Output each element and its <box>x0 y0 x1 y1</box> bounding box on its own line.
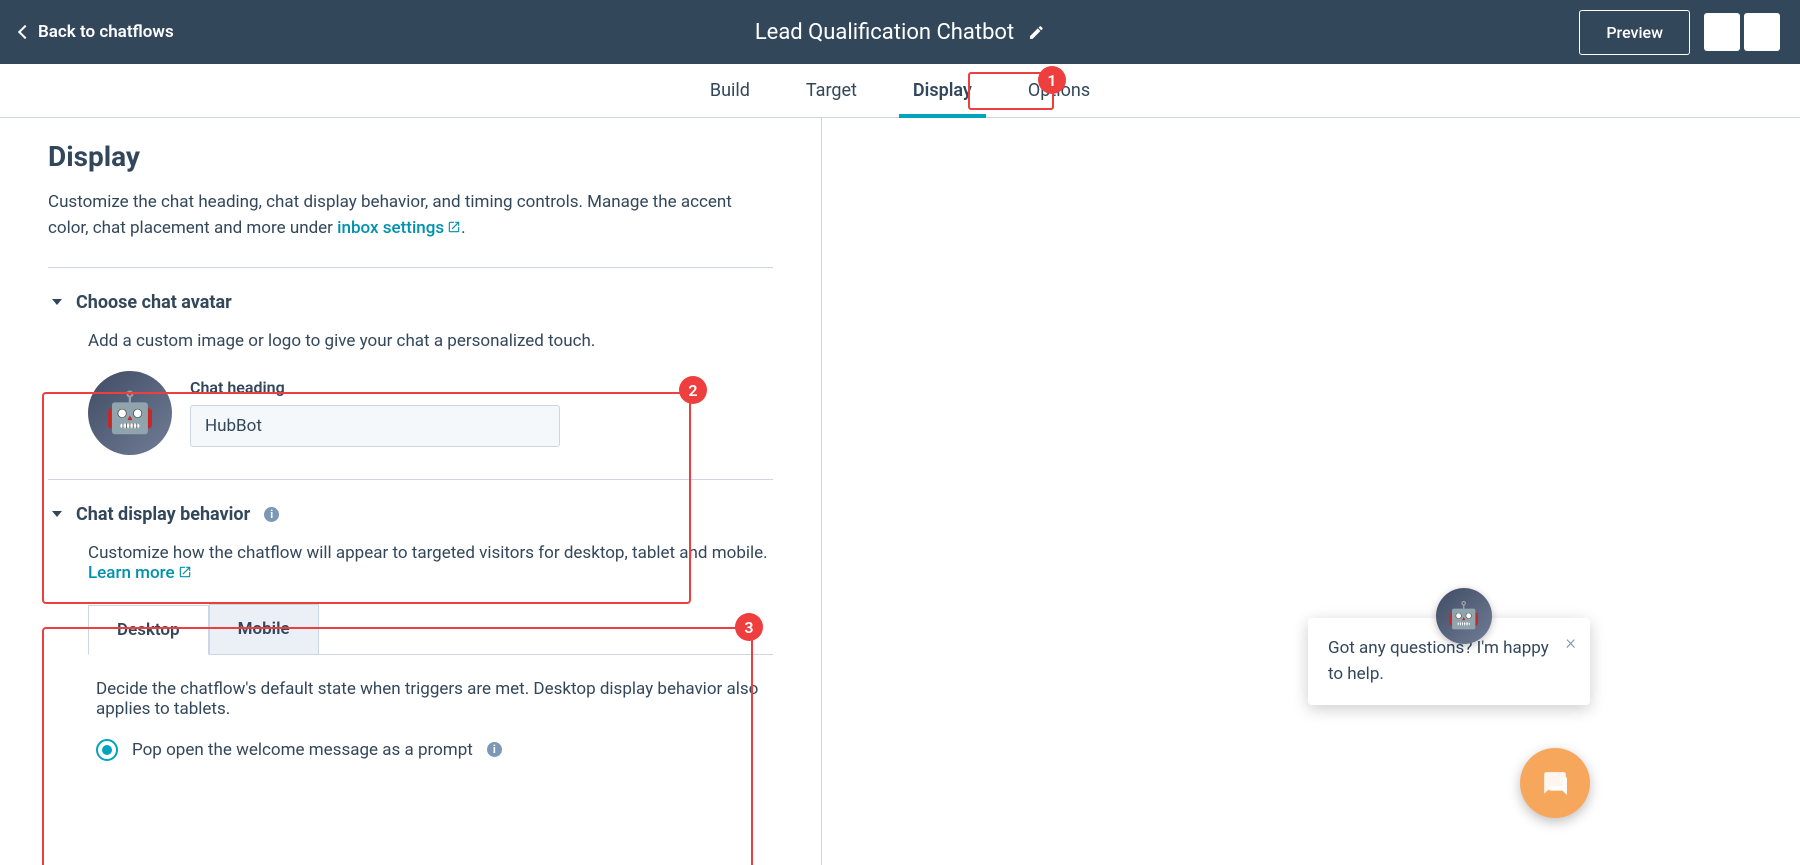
chat-welcome-bubble: 🤖 × Got any questions? I'm happy to help… <box>1308 618 1590 705</box>
choose-avatar-title: Choose chat avatar <box>76 292 232 313</box>
avatar-desc: Add a custom image or logo to give your … <box>88 331 773 351</box>
learn-more-link[interactable]: Learn more <box>88 563 192 583</box>
device-tabs: Desktop Mobile <box>88 604 773 655</box>
behavior-tab-content: Decide the chatflow's default state when… <box>88 655 773 785</box>
device-tab-mobile[interactable]: Mobile <box>209 604 319 654</box>
page-intro: Customize the chat heading, chat display… <box>48 189 773 243</box>
info-icon[interactable]: i <box>264 507 279 522</box>
page-heading: Display <box>48 140 773 173</box>
preview-button[interactable]: Preview <box>1579 10 1690 55</box>
preview-panel: 🤖 × Got any questions? I'm happy to help… <box>822 118 1800 865</box>
edit-pencil-icon[interactable] <box>1028 24 1045 41</box>
close-icon[interactable]: × <box>1566 630 1576 654</box>
inbox-settings-link[interactable]: inbox settings <box>337 218 461 238</box>
top-bar: Back to chatflows Lead Qualification Cha… <box>0 0 1800 64</box>
toggle-on-button[interactable] <box>1744 13 1780 51</box>
info-icon[interactable]: i <box>487 742 502 757</box>
chat-heading-label: Chat heading <box>190 378 560 397</box>
annotation-badge-1: 1 <box>1038 66 1066 94</box>
chat-behavior-header[interactable]: Chat display behavior i <box>48 504 773 525</box>
header-right-controls: Preview <box>1579 10 1780 55</box>
back-label: Back to chatflows <box>38 22 174 42</box>
chat-heading-input[interactable] <box>190 405 560 447</box>
toggle-group <box>1704 13 1780 51</box>
toggle-off-button[interactable] <box>1704 13 1740 51</box>
radio-button-icon <box>96 739 118 761</box>
device-tab-desktop[interactable]: Desktop <box>88 605 209 655</box>
external-link-icon <box>178 564 192 584</box>
behavior-desc: Customize how the chatflow will appear t… <box>88 543 773 584</box>
chevron-down-icon <box>52 511 62 517</box>
choose-avatar-header[interactable]: Choose chat avatar <box>48 292 773 313</box>
main-content: Display Customize the chat heading, chat… <box>0 118 1800 865</box>
choose-avatar-body: Add a custom image or logo to give your … <box>48 331 773 455</box>
chat-behavior-body: Customize how the chatflow will appear t… <box>48 543 773 785</box>
chat-bubble-icon <box>1540 770 1570 796</box>
chevron-down-icon <box>52 299 62 305</box>
bot-face-icon: 🤖 <box>105 389 155 436</box>
tab-target[interactable]: Target <box>806 66 857 115</box>
chatflow-title: Lead Qualification Chatbot <box>755 20 1014 45</box>
avatar-row: 🤖 Chat heading <box>88 371 773 455</box>
chat-heading-block: Chat heading <box>190 378 560 447</box>
annotation-frame-1: 1 <box>968 72 1054 110</box>
back-to-chatflows-link[interactable]: Back to chatflows <box>20 22 174 42</box>
welcome-message-text: Got any questions? I'm happy to help. <box>1328 636 1570 687</box>
header-title-group: Lead Qualification Chatbot <box>755 20 1045 45</box>
tab-display[interactable]: Display <box>913 66 972 115</box>
radio-option-pop-open[interactable]: Pop open the welcome message as a prompt… <box>96 739 765 761</box>
chat-launcher-button[interactable] <box>1520 748 1590 818</box>
separator <box>48 267 773 268</box>
behavior-tab-desc: Decide the chatflow's default state when… <box>96 679 765 719</box>
settings-panel: Display Customize the chat heading, chat… <box>0 118 822 865</box>
chat-avatar-small: 🤖 <box>1436 588 1492 644</box>
external-link-icon <box>447 216 461 242</box>
chat-avatar-image[interactable]: 🤖 <box>88 371 172 455</box>
tab-build[interactable]: Build <box>710 66 750 115</box>
chevron-left-icon <box>18 25 32 39</box>
radio-label: Pop open the welcome message as a prompt <box>132 740 473 760</box>
chat-behavior-title: Chat display behavior <box>76 504 250 525</box>
tab-row: Build Target Display Options 1 <box>0 64 1800 118</box>
separator <box>48 479 773 480</box>
